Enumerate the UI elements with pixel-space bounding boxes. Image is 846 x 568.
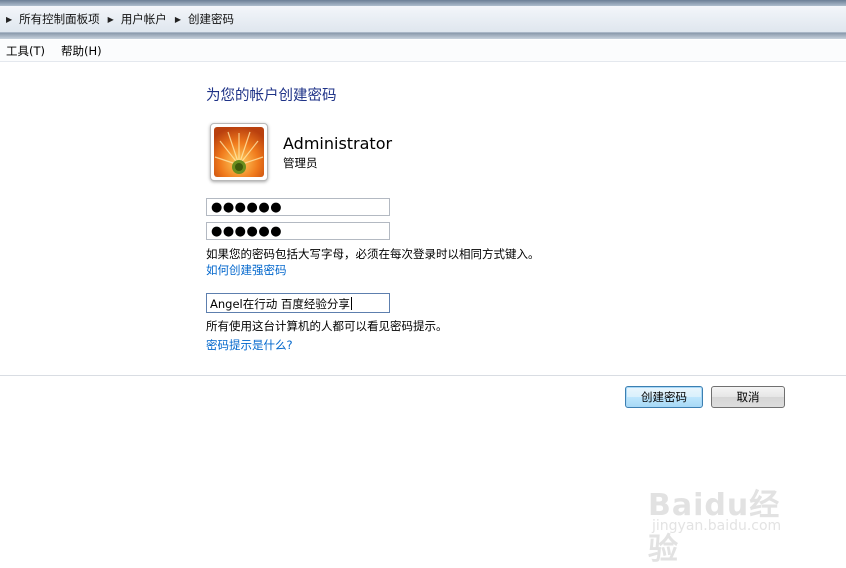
password-hint-value: Angel在行动 百度经验分享: [210, 297, 350, 311]
new-password-input[interactable]: ●●●●●●: [206, 198, 390, 216]
watermark-url: jingyan.baidu.com: [652, 518, 782, 534]
toolbar-separator: [0, 33, 846, 39]
password-hint-input[interactable]: Angel在行动 百度经验分享: [206, 293, 390, 313]
page-title: 为您的帐户创建密码: [206, 88, 337, 104]
breadcrumb-item-control-panel[interactable]: 所有控制面板项: [19, 11, 100, 27]
breadcrumb-item-create-password[interactable]: 创建密码: [188, 11, 234, 27]
menu-tools[interactable]: 工具(T): [6, 43, 45, 59]
baidu-watermark: Baidu经验 jingyan.baidu.com: [640, 478, 810, 567]
menu-bar: 工具(T) 帮助(H): [0, 40, 846, 62]
breadcrumb-item-user-accounts[interactable]: 用户帐户: [121, 11, 167, 27]
account-role: 管理员: [283, 156, 318, 170]
chevron-right-icon[interactable]: ▶: [108, 15, 114, 24]
hint-help-link[interactable]: 密码提示是什么?: [206, 337, 293, 353]
account-name: Administrator: [283, 134, 393, 153]
new-password-value: ●●●●●●: [211, 200, 283, 215]
menu-help[interactable]: 帮助(H): [61, 43, 102, 59]
caps-lock-note: 如果您的密码包括大写字母，必须在每次登录时以相同方式键入。: [206, 247, 540, 261]
confirm-password-value: ●●●●●●: [211, 224, 283, 239]
avatar: [210, 123, 268, 181]
create-password-button[interactable]: 创建密码: [625, 386, 703, 408]
hint-visibility-note: 所有使用这台计算机的人都可以看见密码提示。: [206, 319, 448, 333]
chevron-right-icon[interactable]: ▶: [6, 15, 12, 24]
address-bar: ▶ 所有控制面板项 ▶ 用户帐户 ▶ 创建密码: [0, 6, 846, 33]
chevron-right-icon[interactable]: ▶: [175, 15, 181, 24]
cancel-button[interactable]: 取消: [711, 386, 785, 408]
orange-flower-icon: [214, 127, 264, 177]
divider: [0, 375, 846, 376]
breadcrumb: ▶ 所有控制面板项 ▶ 用户帐户 ▶ 创建密码: [4, 11, 234, 27]
text-caret: [350, 297, 352, 310]
confirm-password-input[interactable]: ●●●●●●: [206, 222, 390, 240]
strong-password-link[interactable]: 如何创建强密码: [206, 262, 287, 278]
